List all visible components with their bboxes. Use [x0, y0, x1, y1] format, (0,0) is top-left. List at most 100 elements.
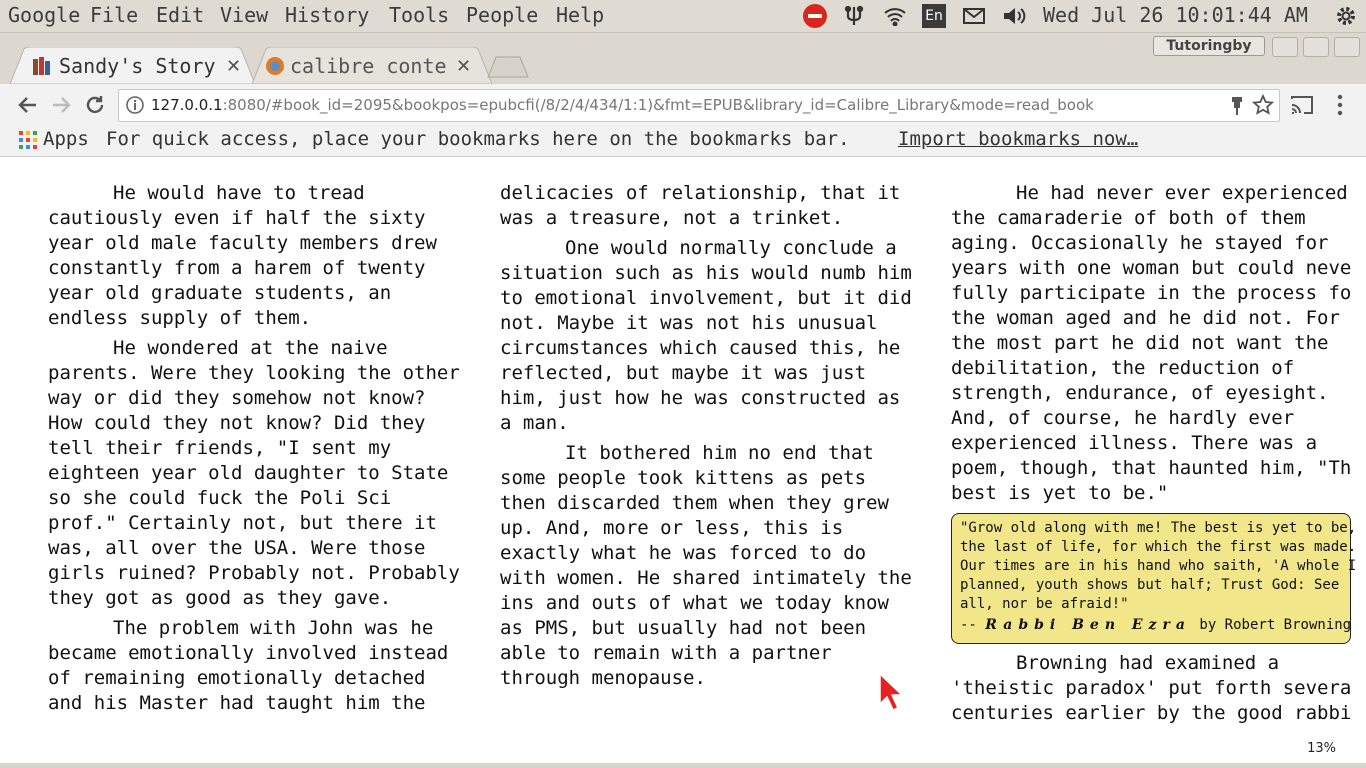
text-line: they got as good as they gave. — [48, 587, 392, 609]
text-line: year old graduate students, an — [48, 282, 392, 304]
gear-icon[interactable] — [1334, 4, 1358, 28]
close-icon[interactable]: ✕ — [456, 56, 471, 77]
text-line: And, of course, he hardly ever — [951, 407, 1295, 429]
quote-poem-title: Rabbi Ben Ezra — [985, 617, 1191, 633]
reload-icon[interactable] — [84, 94, 106, 120]
text-line: girls ruined? Probably not. Probably — [48, 562, 460, 584]
info-icon[interactable] — [125, 95, 145, 119]
paragraph: It bothered him no end that some people … — [500, 441, 912, 691]
calibre-icon — [264, 55, 286, 81]
quote-line: all, nor be afraid!" — [960, 596, 1129, 612]
menu-history[interactable]: History — [285, 3, 369, 27]
quote-author: by Robert Browning — [1190, 617, 1352, 633]
menu-tools[interactable]: Tools — [389, 3, 449, 27]
menu-bar: Google File Edit View History Tools Peop… — [0, 0, 1366, 33]
text-line: reflected, but maybe it was just — [500, 362, 867, 384]
close-icon[interactable]: ✕ — [226, 56, 241, 77]
text-line: endless supply of them. — [48, 307, 312, 329]
maximize-button[interactable] — [1303, 37, 1329, 57]
text-line: poem, though, that haunted him, "Th — [951, 457, 1351, 479]
no-entry-icon[interactable] — [801, 4, 829, 28]
text-line: exactly what he was forced to do — [500, 542, 867, 564]
paragraph: He would have to tread cautiously even i… — [48, 181, 460, 331]
text-line: the most part he did not want the — [951, 332, 1329, 354]
quote-text: "Grow old along with me! The best is yet… — [960, 519, 1356, 614]
text-line: delicacies of relationship, that it — [500, 182, 901, 204]
paragraph: One would normally conclude a situation … — [500, 236, 912, 436]
text-line: some people took kittens as pets — [500, 467, 867, 489]
cast-icon[interactable] — [1290, 94, 1314, 120]
tab-strip: Sandy's Story ✕ calibre conte ✕ Tutoring… — [0, 33, 1366, 84]
text-line: able to remain with a partner — [500, 642, 832, 664]
keyboard-layout-indicator[interactable]: En — [922, 4, 946, 28]
menu-help[interactable]: Help — [556, 3, 604, 27]
text-line: to emotional involvement, but it did — [500, 287, 912, 309]
text-line: parents. Were they looking the other — [48, 362, 460, 384]
paragraph: Browning had examined a 'theistic parado… — [951, 651, 1351, 726]
text-line: He wondered at the naive — [113, 337, 388, 359]
wifi-icon[interactable] — [882, 4, 908, 28]
menu-people[interactable]: People — [466, 3, 538, 27]
text-line: centuries earlier by the good rabbi — [951, 702, 1351, 724]
menu-view[interactable]: View — [220, 3, 268, 27]
menu-app-name[interactable]: Google — [8, 3, 80, 27]
text-line: circumstances which caused this, he — [500, 337, 901, 359]
new-tab-button[interactable] — [486, 56, 530, 78]
text-line: and his Master had taught him the — [48, 692, 426, 714]
text-line: experienced illness. There was a — [951, 432, 1318, 454]
bookmarks-bar: Apps For quick access, place your bookma… — [0, 126, 1366, 157]
tab-sandys-story[interactable]: Sandy's Story ✕ — [10, 47, 255, 84]
tab-title: Sandy's Story — [59, 54, 216, 78]
import-bookmarks-link[interactable]: Import bookmarks now… — [898, 128, 1138, 150]
bookmark-star-icon[interactable] — [1251, 93, 1275, 120]
close-window-button[interactable] — [1334, 37, 1360, 57]
text-line: him, just how he was constructed as — [500, 387, 901, 409]
url-host: 127.0.0.1 — [151, 96, 223, 114]
mail-icon[interactable] — [961, 4, 987, 28]
text-line: strength, endurance, of eyesight. — [951, 382, 1329, 404]
book-icon — [32, 56, 52, 80]
apps-shortcut[interactable]: Apps — [43, 128, 89, 150]
apps-grid-icon[interactable] — [19, 131, 37, 154]
tab-calibre[interactable]: calibre conte ✕ — [252, 47, 492, 84]
text-line: cautiously even if half the sixty — [48, 207, 426, 229]
menu-file[interactable]: File — [90, 3, 138, 27]
paragraph: He wondered at the naive parents. Were t… — [48, 336, 460, 611]
tab-title: calibre conte — [290, 54, 447, 78]
text-line: so she could fuck the Poli Sci — [48, 487, 392, 509]
url-path: :8080/#book_id=2095&bookpos=epubcfi(/8/2… — [222, 96, 1094, 114]
window-bottom-edge — [0, 763, 1366, 768]
text-line: situation such as his would numb him — [500, 262, 912, 284]
menu-dots-icon[interactable] — [1336, 93, 1344, 121]
text-column-3-continued: Browning had examined a 'theistic parado… — [951, 651, 1351, 731]
menu-edit[interactable]: Edit — [156, 3, 204, 27]
address-bar[interactable]: 127.0.0.1:8080/#book_id=2095&bookpos=epu… — [118, 89, 1280, 122]
volume-icon[interactable] — [1001, 4, 1029, 28]
usb-icon[interactable] — [841, 4, 867, 28]
profile-button[interactable]: Tutoringby — [1153, 36, 1265, 56]
text-line: He had never ever experienced — [1016, 182, 1348, 204]
minimize-button[interactable] — [1272, 37, 1298, 57]
clock[interactable]: Wed Jul 26 10:01:44 AM — [1043, 3, 1308, 27]
pin-icon[interactable] — [1229, 96, 1245, 120]
text-line: The problem with John was he — [113, 617, 434, 639]
text-line: best is yet to be." — [951, 482, 1169, 504]
forward-arrow-icon[interactable] — [51, 94, 73, 120]
text-line: How could they not know? Did they — [48, 412, 426, 434]
paragraph: delicacies of relationship, that it was … — [500, 181, 912, 231]
quote-attribution: -- Rabbi Ben Ezra by Robert Browning — [960, 617, 1352, 633]
text-line: fully participate in the process fo — [951, 282, 1351, 304]
text-line: debilitation, the reduction of — [951, 357, 1295, 379]
back-arrow-icon[interactable] — [16, 94, 38, 120]
text-line: through menopause. — [500, 667, 706, 689]
text-column-1: He would have to tread cautiously even i… — [48, 181, 460, 721]
text-line: way or did they somehow not know? — [48, 387, 426, 409]
text-line: years with one woman but could neve — [951, 257, 1351, 279]
text-line: was a treasure, not a trinket. — [500, 207, 844, 229]
text-line: as PMS, but usually had not been — [500, 617, 867, 639]
text-line: tell their friends, "I sent my — [48, 437, 392, 459]
reading-progress: 13% — [1307, 741, 1336, 756]
paragraph: He had never ever experienced the camara… — [951, 181, 1351, 506]
bookmarks-hint: For quick access, place your bookmarks h… — [106, 128, 850, 150]
ebook-reader[interactable]: He would have to tread cautiously even i… — [0, 157, 1366, 763]
